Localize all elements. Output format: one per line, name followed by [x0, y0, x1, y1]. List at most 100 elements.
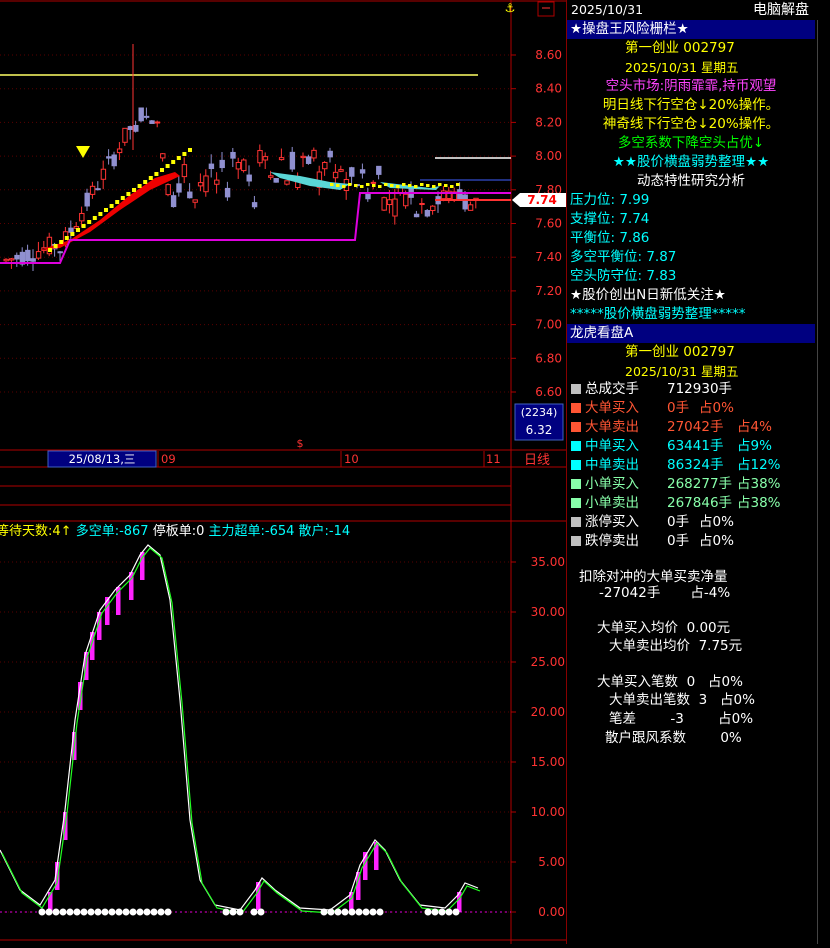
net-value-text: -27042手 占-4% — [599, 585, 731, 601]
zero-dot — [115, 908, 123, 916]
candle — [235, 162, 242, 170]
order-value: 63441手 — [667, 438, 724, 454]
yellow-dash — [176, 156, 181, 160]
candle — [68, 227, 74, 233]
yellow-dash — [160, 168, 164, 172]
red-trend-band — [40, 172, 180, 250]
side-scrollbar[interactable] — [817, 20, 830, 944]
signal-triangle-icon — [76, 146, 90, 158]
order-value: 27042手 — [667, 419, 724, 435]
indicator-tick-label: 5.00 — [538, 855, 565, 869]
order-row: 大单卖出 27042手 占4% — [567, 418, 815, 437]
candle — [106, 156, 112, 159]
candle — [203, 175, 209, 193]
yellow-dash — [171, 160, 176, 164]
yellow-dash — [92, 216, 97, 220]
zero-dot — [445, 908, 453, 916]
candle — [224, 187, 231, 198]
period-label[interactable]: 日线 — [524, 453, 550, 468]
candle — [268, 175, 274, 178]
candle — [214, 179, 220, 185]
price-box-bottom: 6.32 — [526, 423, 553, 437]
buy-count: 大单买入笔数 0 占0% — [567, 673, 815, 692]
candle — [403, 193, 409, 207]
indicator-tick-label: 0.00 — [538, 905, 565, 919]
yellow-dash — [70, 232, 75, 236]
month-09: 09 — [161, 452, 176, 466]
panel2-title: 龙虎看盘A — [570, 325, 634, 341]
color-indicator — [571, 479, 581, 489]
yellow-dash — [143, 180, 148, 184]
candle — [467, 204, 474, 211]
top-bar: 2025/10/31 电脑解盘 — [567, 0, 815, 20]
yellow-dash — [104, 208, 108, 212]
candle — [208, 163, 215, 170]
panel1-line: 动态特性研究分析 — [637, 173, 745, 189]
order-percent: 占38% — [737, 476, 781, 492]
panel1-line: 多空平衡位: 7.87 — [570, 249, 677, 265]
candle — [392, 198, 398, 217]
computer-analysis-title[interactable]: 电脑解盘 — [753, 0, 809, 20]
panel2-header[interactable]: 龙虎看盘A — [567, 324, 815, 343]
yellow-dash — [348, 183, 352, 186]
panel2-stock: 第一创业 002797 — [567, 343, 815, 362]
candle — [181, 164, 188, 178]
indicator-tick-label: 20.00 — [531, 705, 565, 719]
indicator-title: 等待天数:4↑ 多空单:-867 停板单:0 主力超单:-654 散户:-14 — [0, 523, 350, 539]
chart-area[interactable]: 8.60 8.40 8.20 8.00 7.80 7.60 7.40 7.20 7.00 6.80… — [0, 0, 566, 944]
order-label: 大单卖出 — [585, 419, 639, 435]
restore-button[interactable] — [537, 1, 555, 17]
candle — [246, 174, 252, 182]
yellow-dash — [426, 184, 430, 187]
candle — [376, 165, 382, 175]
panel1-line: 明日线下行空仓↓20%操作。 — [602, 97, 780, 113]
cursor-date: 25/08/13,三 — [69, 452, 136, 466]
zero-dot — [431, 908, 439, 916]
candle — [430, 205, 436, 212]
anchor-icon: ⚓ — [505, 1, 516, 15]
order-label: 小单买入 — [585, 476, 639, 492]
price-tick-label: 6.80 — [535, 351, 562, 365]
panel1-header[interactable]: ★操盘王风险栅栏★ — [567, 20, 815, 39]
candle — [176, 183, 182, 193]
price-tick-label: 8.40 — [535, 82, 562, 96]
candle — [154, 121, 161, 124]
indicator-tick-label: 25.00 — [531, 655, 565, 669]
yellow-dash — [59, 240, 64, 244]
zero-dot — [341, 908, 349, 916]
color-indicator — [571, 403, 581, 413]
zero-dot — [222, 908, 230, 916]
month-11: 11 — [486, 452, 501, 466]
panel1-line: 神奇线下行空仓↓20%操作。 — [602, 116, 780, 132]
kline-chart[interactable]: 8.608.408.208.007.807.607.407.207.006.80… — [0, 0, 566, 944]
panel1-line: 压力位: 7.99 — [570, 192, 650, 208]
zero-dot — [73, 908, 81, 916]
price-box-top: (2234) — [521, 406, 558, 419]
candle — [89, 185, 96, 195]
zero-dot — [348, 908, 356, 916]
yellow-dash — [438, 183, 442, 186]
yellow-dash — [87, 220, 92, 224]
yellow-dash — [444, 184, 448, 187]
zero-dot — [334, 908, 342, 916]
panel1-stock: 第一创业 002797 — [567, 39, 815, 58]
zero-dot — [376, 908, 384, 916]
zero-dot — [59, 908, 67, 916]
order-value: 267846手 — [667, 495, 733, 511]
order-value: 712930手 — [667, 381, 733, 397]
panel1-line: 平衡位: 7.86 — [570, 230, 650, 246]
price-tick-label: 6.60 — [535, 385, 562, 399]
order-value: 0手 — [667, 400, 690, 416]
zero-dot — [45, 908, 53, 916]
panel1-line: *****股价横盘弱势整理***** — [570, 306, 746, 322]
yellow-dash — [76, 228, 80, 232]
order-row: 小单卖出 267846手 占38% — [567, 494, 815, 513]
yellow-dash — [120, 196, 125, 200]
order-label: 跌停卖出 — [585, 533, 639, 549]
order-label: 中单买入 — [585, 438, 639, 454]
zero-dot — [129, 908, 137, 916]
candle — [462, 194, 468, 210]
color-indicator — [571, 498, 581, 508]
panel1-line: 多空系数下降空头占优↓ — [617, 135, 765, 151]
order-row: 小单买入 268277手 占38% — [567, 475, 815, 494]
